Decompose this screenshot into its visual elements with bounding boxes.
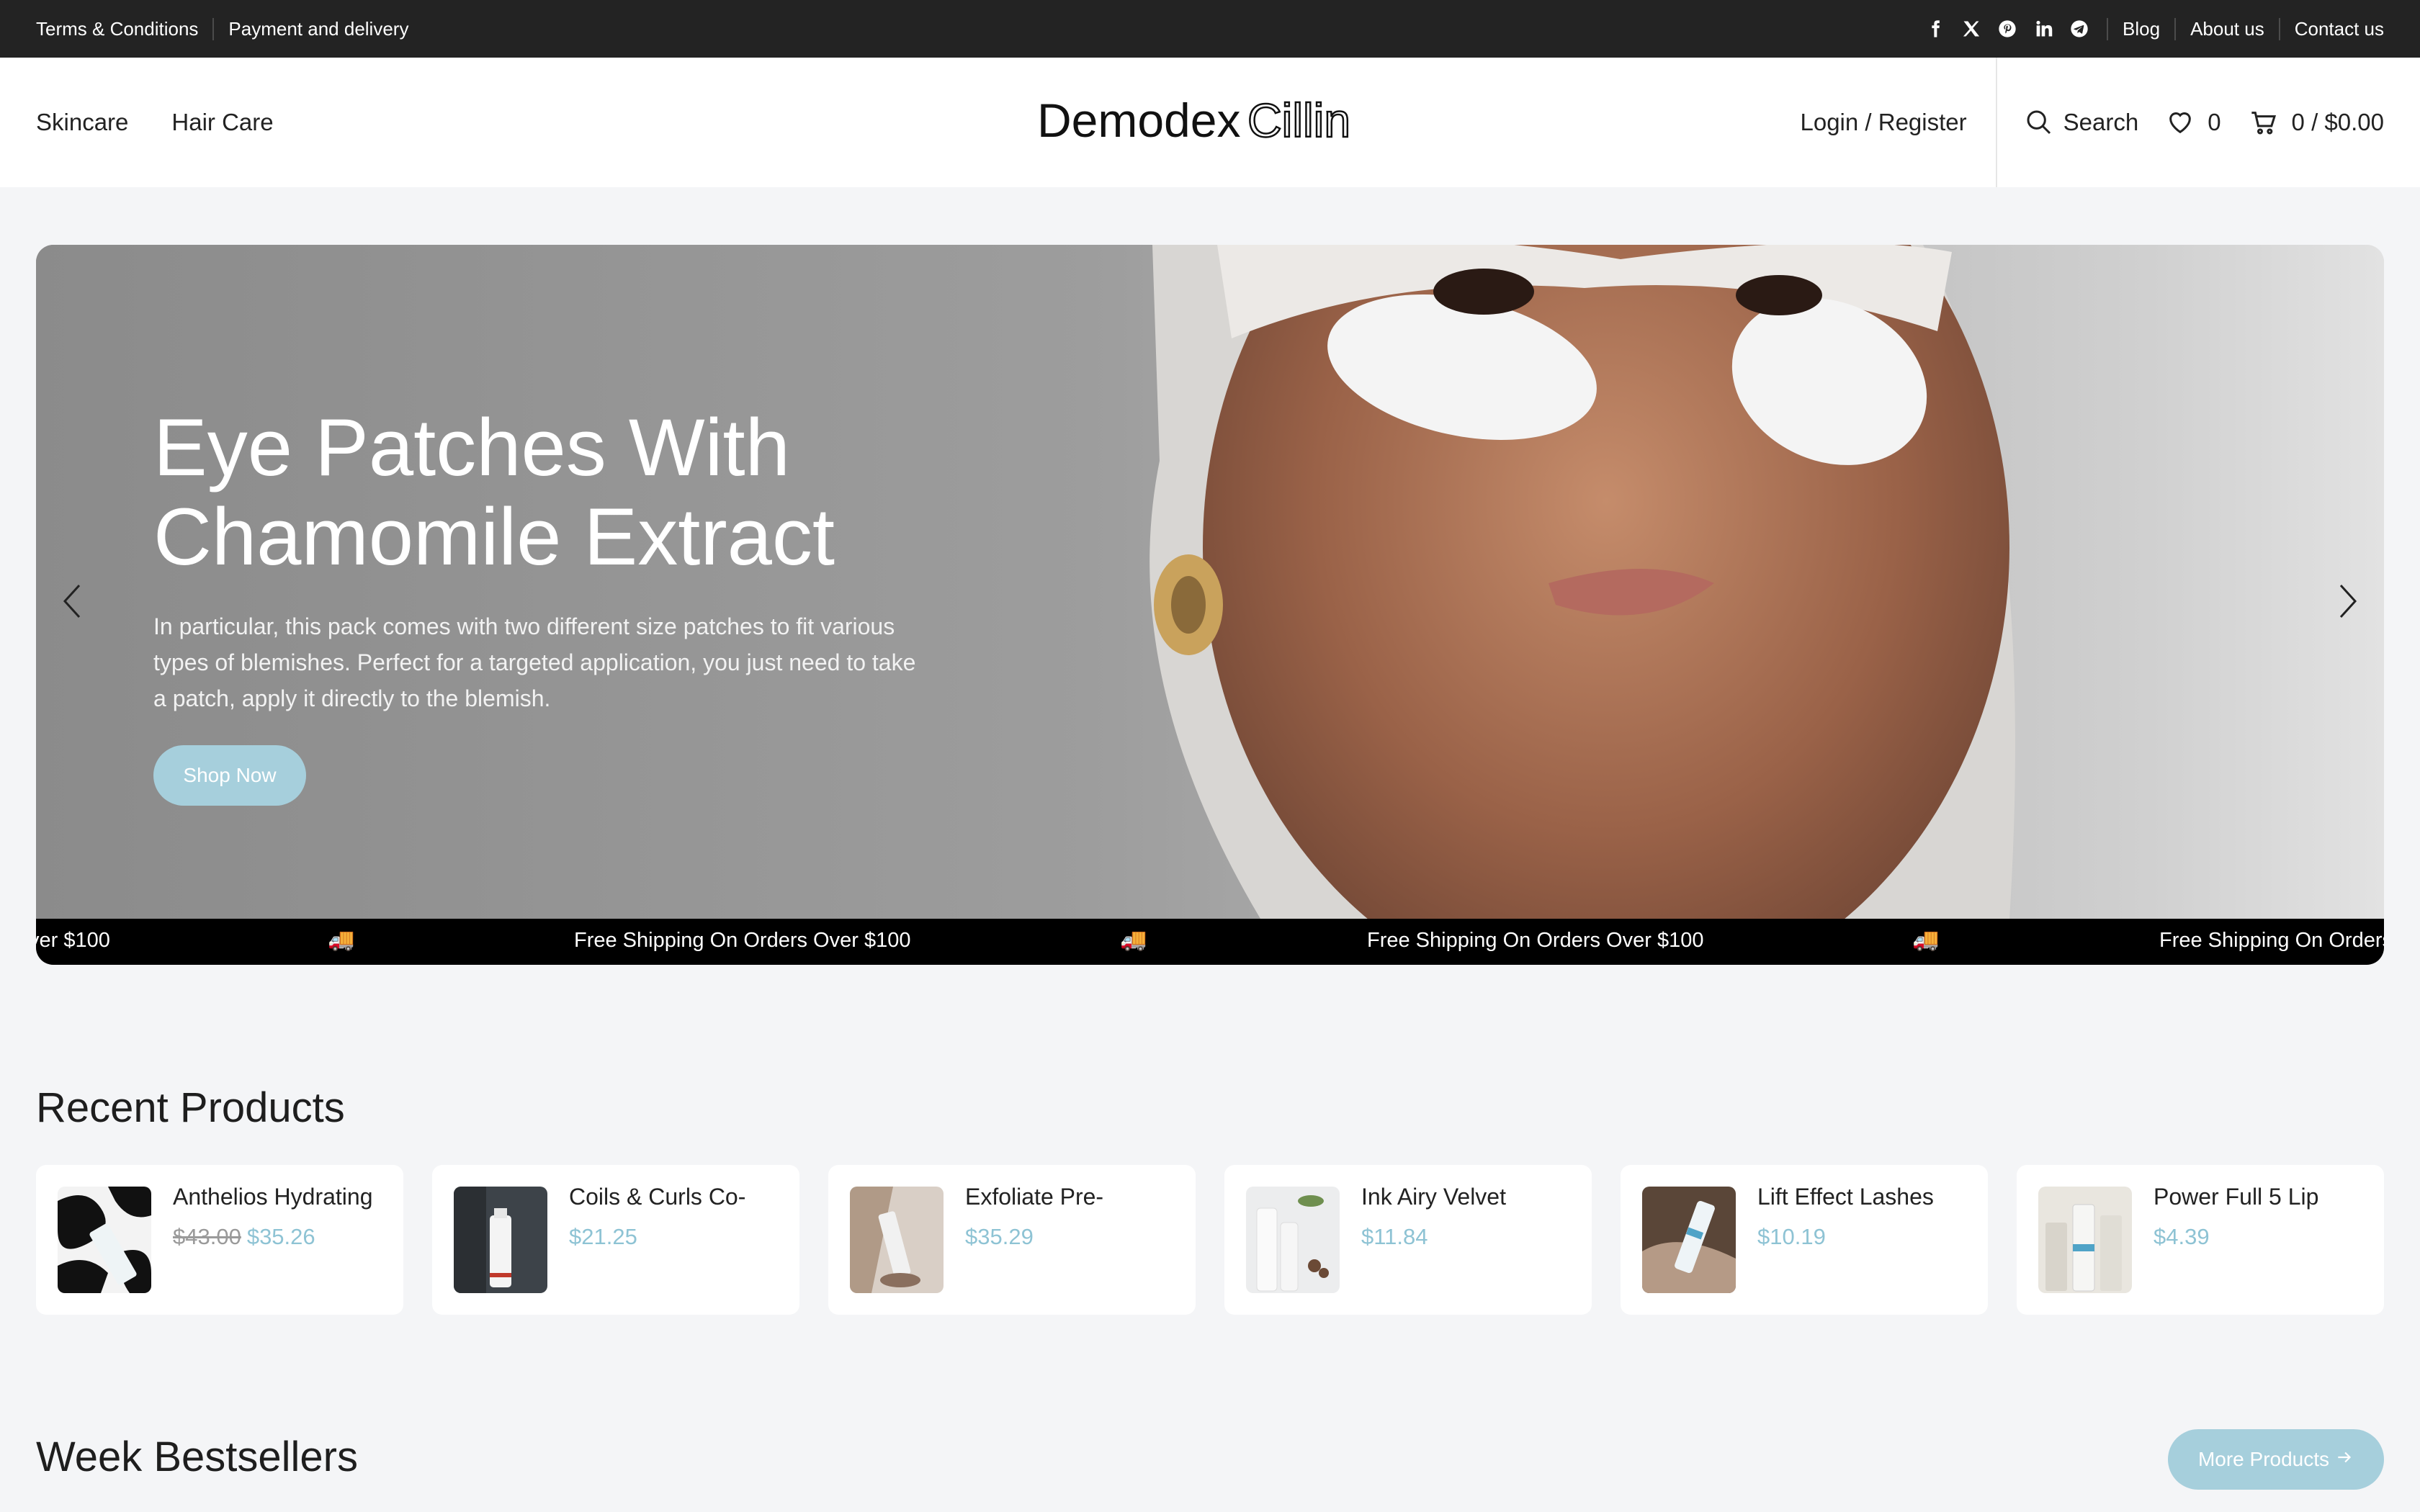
- product-name[interactable]: Exfoliate Pre-: [965, 1184, 1103, 1210]
- product-price: $10.19: [1757, 1224, 1826, 1250]
- facebook-icon[interactable]: [1925, 19, 1945, 39]
- product-card[interactable]: Lift Effect Lashes $10.19: [1621, 1165, 1988, 1315]
- ticker-text: Free Shipping On Orders Over $100: [1367, 929, 1704, 952]
- product-card[interactable]: Power Full 5 Lip $4.39: [2017, 1165, 2384, 1315]
- arrow-right-icon: [2335, 1448, 2354, 1472]
- top-bar-right: Blog About us Contact us: [1925, 17, 2384, 40]
- hero-title-line-2: Chamomile Extract: [153, 492, 835, 582]
- product-price: $43.00 $35.26: [173, 1224, 315, 1250]
- week-bestsellers-title: Week Bestsellers: [36, 1434, 358, 1480]
- product-price: $35.29: [965, 1224, 1034, 1250]
- product-image[interactable]: [58, 1187, 151, 1293]
- hero-title-line-1: Eye Patches With: [153, 402, 790, 492]
- hero-slider: Eye Patches With Chamomile Extract In pa…: [36, 245, 2384, 965]
- hero-image: [36, 245, 2384, 919]
- ticker-text: Free Shipping On Orders: [2159, 929, 2384, 952]
- product-name[interactable]: Anthelios Hydrating: [173, 1184, 372, 1210]
- more-products-label: More Products: [2197, 1448, 2330, 1470]
- heart-icon: [2166, 108, 2195, 137]
- shipping-ticker: ver $100 🚚 Free Shipping On Orders Over …: [36, 919, 2384, 965]
- product-card[interactable]: Ink Airy Velvet $11.84: [1224, 1165, 1592, 1315]
- slider-next-button[interactable]: [2334, 580, 2362, 623]
- blog-link[interactable]: Blog: [2107, 17, 2174, 40]
- main-header: Skincare Hair Care Demodex Cillin Login …: [0, 58, 2420, 187]
- search-icon: [2025, 108, 2053, 137]
- payment-delivery-link[interactable]: Payment and delivery: [212, 17, 423, 40]
- cart-icon: [2249, 108, 2279, 137]
- nav-skincare[interactable]: Skincare: [36, 109, 128, 136]
- product-card[interactable]: Coils & Curls Co- $21.25: [432, 1165, 799, 1315]
- about-us-link[interactable]: About us: [2174, 17, 2279, 40]
- top-bar: Terms & Conditions Payment and delivery …: [0, 0, 2420, 58]
- header-divider: [1995, 58, 1997, 187]
- cart-total: 0 / $0.00: [2291, 109, 2384, 135]
- search-button[interactable]: Search: [2025, 108, 2139, 137]
- product-price: $11.84: [1361, 1224, 1428, 1250]
- linkedin-icon[interactable]: [2033, 19, 2053, 39]
- current-price: $4.39: [2154, 1224, 2210, 1249]
- product-image[interactable]: [2038, 1187, 2132, 1293]
- recent-products-list: Anthelios Hydrating $43.00 $35.26 Coils &…: [36, 1165, 2384, 1315]
- slider-prev-button[interactable]: [58, 580, 86, 623]
- site-logo[interactable]: Demodex Cillin: [1037, 91, 1383, 151]
- terms-link[interactable]: Terms & Conditions: [36, 18, 212, 40]
- product-image[interactable]: [454, 1187, 547, 1293]
- current-price: $11.84: [1361, 1224, 1428, 1249]
- hero-description: In particular, this pack comes with two …: [153, 613, 916, 711]
- truck-icon: 🚚: [328, 928, 355, 952]
- product-name[interactable]: Coils & Curls Co-: [569, 1184, 745, 1210]
- top-links-left: Terms & Conditions Payment and delivery: [36, 17, 423, 40]
- product-name[interactable]: Ink Airy Velvet: [1361, 1184, 1506, 1210]
- header-actions: Login / Register Search 0 0 / $0.00: [1800, 58, 2384, 187]
- product-name[interactable]: Power Full 5 Lip: [2154, 1184, 2318, 1210]
- social-links: [1925, 19, 2107, 39]
- x-icon[interactable]: [1961, 19, 1981, 39]
- wishlist-button[interactable]: 0: [2166, 108, 2221, 137]
- chevron-right-icon: [2339, 584, 2357, 618]
- current-price: $35.26: [246, 1224, 315, 1249]
- nav-hair-care[interactable]: Hair Care: [171, 109, 273, 136]
- logo-text-demodex: Demodex: [1037, 94, 1240, 147]
- chevron-left-icon: [63, 584, 81, 618]
- product-card[interactable]: Exfoliate Pre- $35.29: [828, 1165, 1196, 1315]
- product-name[interactable]: Lift Effect Lashes: [1757, 1184, 1934, 1210]
- old-price: $43.00: [173, 1224, 241, 1249]
- cart-button[interactable]: 0 / $0.00: [2249, 108, 2384, 137]
- truck-icon: 🚚: [1120, 928, 1147, 952]
- truck-icon: 🚚: [1912, 928, 1940, 952]
- contact-us-link[interactable]: Contact us: [2278, 17, 2384, 40]
- login-register-link[interactable]: Login / Register: [1800, 109, 1995, 136]
- product-image[interactable]: [850, 1187, 944, 1293]
- telegram-icon[interactable]: [2069, 19, 2089, 39]
- product-image[interactable]: [1642, 1187, 1736, 1293]
- top-links-right: Blog About us Contact us: [2107, 17, 2384, 40]
- ticker-text: Free Shipping On Orders Over $100: [574, 929, 911, 952]
- main-nav: Skincare Hair Care: [36, 58, 274, 187]
- recent-products-title: Recent Products: [36, 1084, 345, 1131]
- product-card[interactable]: Anthelios Hydrating $43.00 $35.26: [36, 1165, 403, 1315]
- product-price: $4.39: [2154, 1224, 2210, 1250]
- hero-title: Eye Patches With Chamomile Extract: [153, 403, 1018, 582]
- ticker-text: ver $100: [36, 929, 110, 952]
- shop-now-button[interactable]: Shop Now: [153, 745, 306, 806]
- current-price: $10.19: [1757, 1224, 1826, 1249]
- wishlist-count: 0: [2208, 109, 2221, 135]
- current-price: $21.25: [569, 1224, 637, 1249]
- product-image[interactable]: [1246, 1187, 1340, 1293]
- more-products-button[interactable]: More Products: [2168, 1429, 2384, 1490]
- logo-text-cillin: Cillin: [1247, 94, 1350, 147]
- search-label: Search: [2063, 109, 2139, 135]
- current-price: $35.29: [965, 1224, 1034, 1249]
- pinterest-icon[interactable]: [1997, 19, 2017, 39]
- product-price: $21.25: [569, 1224, 637, 1250]
